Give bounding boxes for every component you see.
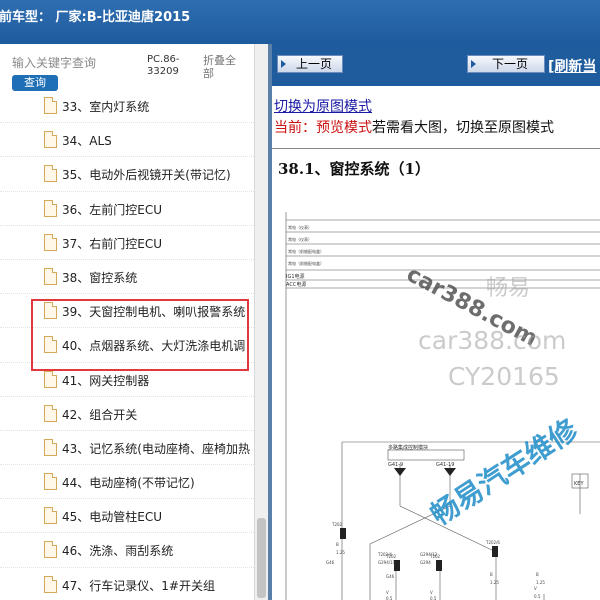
- document-icon: [44, 438, 57, 456]
- list-item[interactable]: 42、组合开关: [0, 397, 254, 431]
- list-item[interactable]: 46、洗涤、雨刮系统: [0, 533, 254, 568]
- list-item-label: 45、电动管柱ECU: [62, 510, 163, 525]
- wire-label: G294: [420, 560, 431, 565]
- document-title: 38.1、窗控系统（1）: [278, 160, 430, 178]
- wire-label: G46: [326, 560, 335, 565]
- wire-label: 0.5: [430, 596, 437, 600]
- wire-label: V: [534, 586, 537, 591]
- connector-label-g41-9: G41-9: [388, 462, 403, 468]
- wire-label: G294/11: [378, 560, 396, 565]
- title-bar: 当前车型： 厂家:B-比亚迪唐2015: [0, 0, 600, 44]
- list-item-label: 38、窗控系统: [62, 270, 138, 285]
- list-item-label: 46、洗涤、雨刮系统: [62, 544, 174, 559]
- document-divider: [272, 148, 600, 149]
- acc-label: ACC电源: [286, 281, 306, 288]
- viewer-toolbar: 上一页 下一页 [刷新当: [272, 44, 600, 86]
- list-item-label: 37、右前门控ECU: [62, 236, 163, 251]
- module-label: 多路集成控制模块: [388, 444, 428, 451]
- document-icon: [44, 404, 57, 422]
- wire-label: T202/4: [377, 552, 392, 557]
- document-icon: [44, 199, 57, 217]
- document-icon: [44, 131, 57, 149]
- collapse-all-button[interactable]: 折叠全部: [203, 54, 243, 80]
- document-icon: [44, 541, 57, 559]
- document-icon: [44, 507, 57, 525]
- list-item[interactable]: 36、左前门控ECU: [0, 192, 254, 226]
- document-icon: [44, 473, 57, 491]
- list-item[interactable]: 38、窗控系统: [0, 260, 254, 295]
- list-item[interactable]: 35、电动外后视镜开关(带记忆): [0, 157, 254, 192]
- list-item-label: 35、电动外后视镜开关(带记忆): [62, 168, 231, 183]
- list-item[interactable]: 45、电动管柱ECU: [0, 499, 254, 534]
- wire-label: 0.5: [534, 594, 541, 599]
- wire-label: 1.25: [490, 580, 499, 585]
- document-icon: [44, 97, 57, 114]
- document-icon: [44, 267, 57, 285]
- current-label: 当前：: [274, 120, 316, 136]
- wire-label: B: [336, 542, 339, 547]
- current-hint: 若需看大图，切换至原图模式: [372, 120, 554, 136]
- document-icon: [44, 165, 57, 183]
- scrollbar-thumb[interactable]: [257, 518, 266, 598]
- pc-code-label: PC.86-33209: [147, 54, 180, 77]
- document-icon: [44, 575, 57, 593]
- list-item-label: 47、行车记录仪、1#开关组: [62, 578, 215, 593]
- wiring-diagram: 常电（仪表）常电（仪表）常电（前舱配电盒）常电（前舱配电盒）T202T202 T2…: [285, 212, 600, 600]
- wire-label: T202/6: [485, 540, 500, 545]
- wire-label: G294/12: [420, 552, 438, 557]
- list-item-label: 42、组合开关: [62, 407, 138, 422]
- list-item-label: 43、记忆系统(电动座椅、座椅加热: [62, 441, 250, 456]
- wire-label: 1.25: [336, 550, 345, 555]
- list-item[interactable]: 43、记忆系统(电动座椅、座椅加热: [0, 431, 254, 466]
- list-item-label: 41、网关控制器: [62, 373, 150, 388]
- wire-label: B: [490, 572, 493, 577]
- current-mode-line: 当前：预览模式若需看大图，切换至原图模式: [274, 117, 554, 137]
- current-mode: 预览模式: [316, 120, 372, 136]
- wire-label: 0.5: [386, 596, 393, 600]
- left-scrollbar[interactable]: [254, 44, 268, 600]
- wire-label: G46: [386, 574, 395, 579]
- refresh-link[interactable]: [刷新当: [548, 56, 596, 76]
- previous-page-button[interactable]: 上一页: [277, 55, 343, 73]
- key-label: KEY: [574, 481, 584, 487]
- wire-label: T202: [331, 522, 343, 527]
- next-page-button[interactable]: 下一页: [467, 55, 545, 73]
- wire-label: B: [536, 572, 539, 577]
- list-item-label: 34、ALS: [62, 134, 112, 149]
- catalog-panel: 输入关键字查询 查询 PC.86-33209 折叠全部 33、室内灯系统 34、A…: [0, 44, 268, 600]
- diagram-header-row: 常电（仪表）: [288, 224, 312, 230]
- search-area: 输入关键字查询 查询: [12, 54, 144, 91]
- current-vehicle-title: 当前车型： 厂家:B-比亚迪唐2015: [0, 10, 191, 25]
- list-item[interactable]: 44、电动座椅(不带记忆): [0, 465, 254, 500]
- switch-original-mode-link[interactable]: 切换为原图模式: [274, 96, 372, 116]
- diagram-header-row: 常电（前舱配电盒）: [288, 260, 324, 266]
- list-item-label: 33、室内灯系统: [62, 100, 150, 114]
- document-icon: [44, 370, 57, 388]
- diagram-header-row: 常电（前舱配电盒）: [288, 248, 324, 254]
- wire-label: V: [386, 590, 389, 595]
- highlight-annotation: [31, 299, 249, 371]
- document-icon: [44, 233, 57, 251]
- list-item[interactable]: 47、行车记录仪、1#开关组: [0, 568, 254, 600]
- search-input[interactable]: 输入关键字查询: [12, 54, 144, 71]
- list-item[interactable]: 34、ALS: [0, 123, 254, 158]
- wire-label: V: [430, 590, 433, 595]
- wire-label: 1.25: [536, 580, 545, 585]
- list-item-label: 44、电动座椅(不带记忆): [62, 476, 195, 491]
- list-item[interactable]: 37、右前门控ECU: [0, 226, 254, 260]
- ig1-label: IG1电源: [286, 273, 305, 280]
- list-item-label: 36、左前门控ECU: [62, 202, 163, 217]
- list-item[interactable]: 33、室内灯系统: [0, 89, 254, 124]
- connector-label-g41-19: G41-19: [436, 462, 454, 468]
- diagram-header-row: 常电（仪表）: [288, 236, 312, 242]
- document-viewer: 上一页 下一页 [刷新当 切换为原图模式 当前：预览模式若需看大图，切换至原图模…: [272, 44, 600, 600]
